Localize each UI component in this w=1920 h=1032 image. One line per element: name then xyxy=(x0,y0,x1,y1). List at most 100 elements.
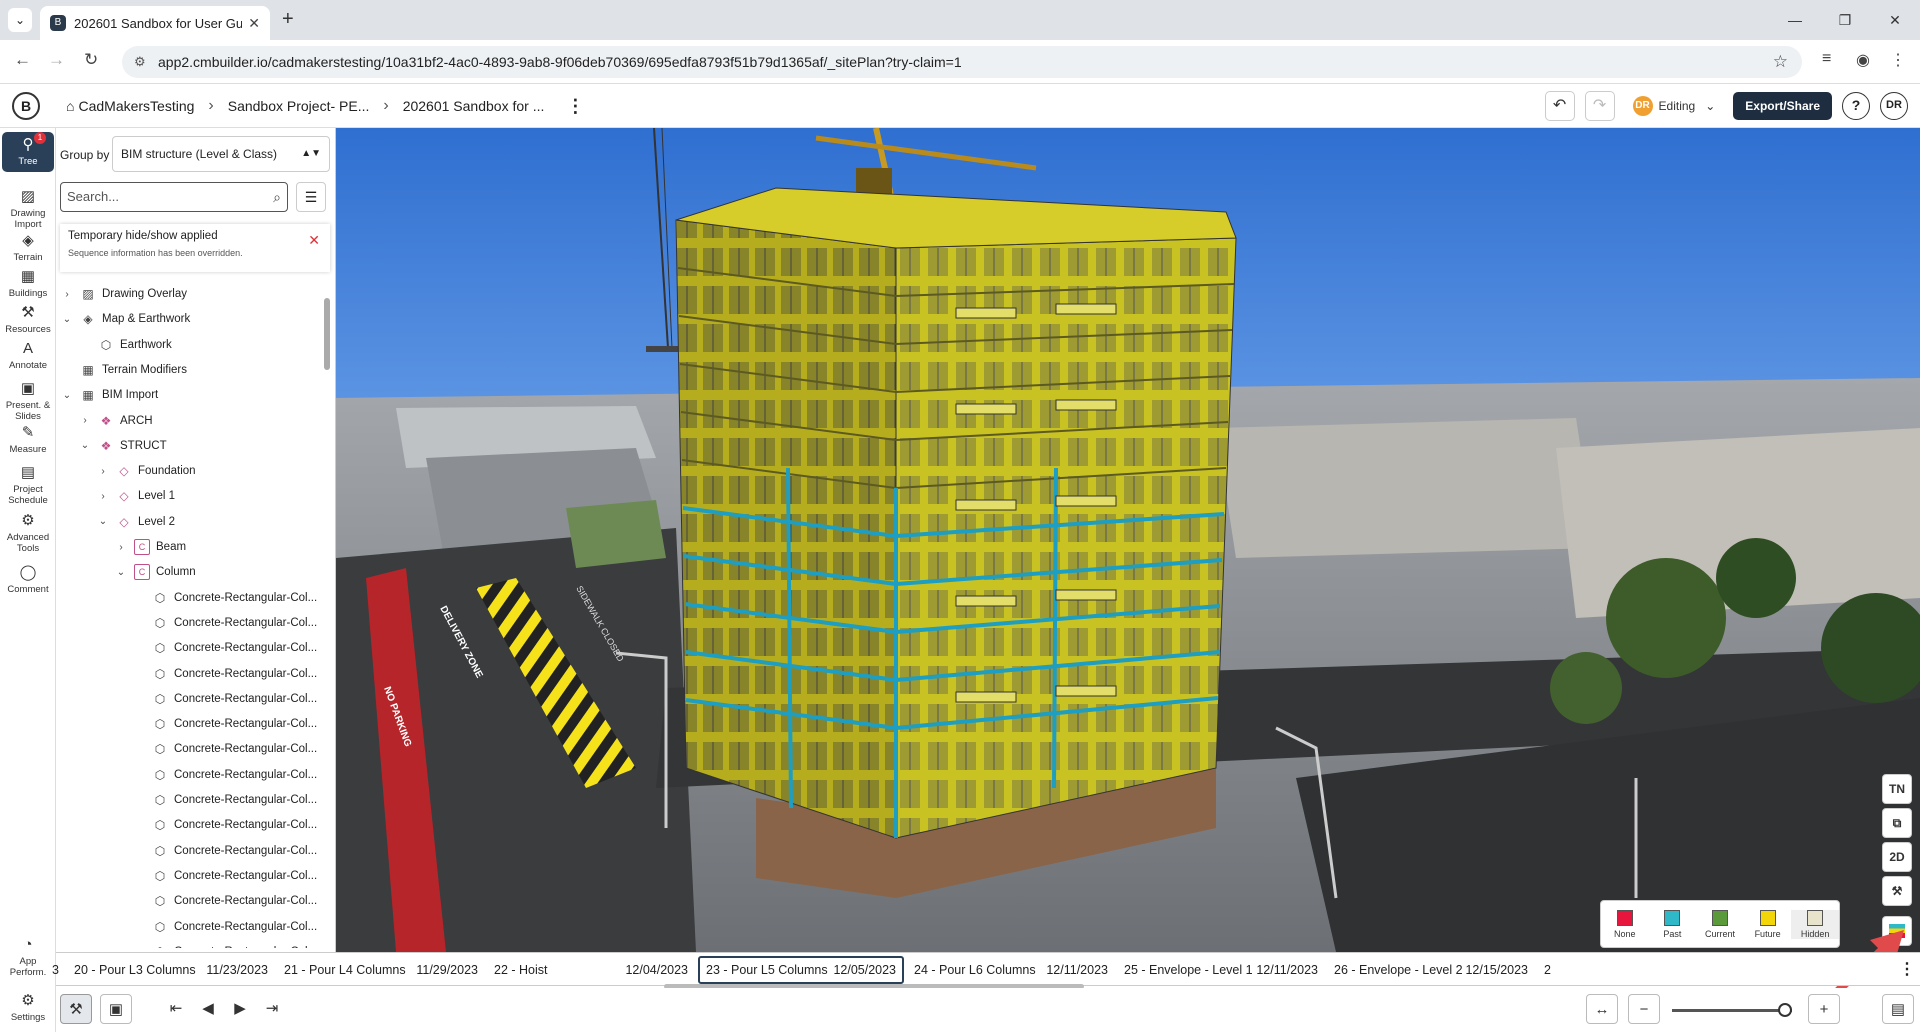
zoom-slider-knob[interactable] xyxy=(1778,1003,1792,1017)
timeline-more-icon[interactable]: ⋮ xyxy=(1896,959,1918,979)
group-by-select[interactable]: BIM structure (Level & Class) ▲▼ xyxy=(112,136,330,172)
app-logo[interactable]: B xyxy=(12,92,40,120)
site-info-icon[interactable]: ⚙ xyxy=(134,46,146,78)
timeline-task[interactable]: 20 - Pour L3 Columns 11/23/2023 xyxy=(68,956,274,984)
tree-row[interactable]: ⌄ C Column xyxy=(114,560,196,584)
skip-to-start-icon[interactable]: ⇤ xyxy=(160,994,192,1024)
step-back-icon[interactable]: ◀ xyxy=(192,994,224,1024)
tree-row[interactable]: ⌄ ❖ STRUCT xyxy=(78,434,167,458)
tree-row[interactable]: ▦ Terrain Modifiers xyxy=(60,358,187,382)
legend-current[interactable]: Current xyxy=(1696,909,1744,939)
screen-view-button[interactable]: ▣ xyxy=(100,994,132,1024)
timeline-task[interactable]: 2 xyxy=(1538,956,1578,984)
help-button[interactable]: ? xyxy=(1842,92,1870,120)
user-avatar[interactable]: DR xyxy=(1880,92,1908,120)
export-share-button[interactable]: Export/Share xyxy=(1733,92,1832,120)
browser-tab[interactable]: B 202601 Sandbox for User Guide ✕ xyxy=(40,6,270,40)
play-icon[interactable]: ▶ xyxy=(224,994,256,1024)
timeline-task[interactable]: 22 - Hoist 12/04/2023 xyxy=(488,956,694,984)
chevron-right-icon[interactable]: › xyxy=(114,542,128,553)
chevron-down-icon[interactable]: ⌄ xyxy=(78,440,92,451)
media-controls-icon[interactable]: ≡ xyxy=(1822,50,1831,68)
tree-row[interactable]: ⬡ Concrete-Rectangular-Col... xyxy=(132,915,317,939)
tree-row[interactable]: ⬡ Concrete-Rectangular-Col... xyxy=(132,788,317,812)
zoom-out-button[interactable]: − xyxy=(1628,994,1660,1024)
new-tab-plus-icon[interactable]: + xyxy=(282,8,294,31)
chevron-right-icon[interactable]: › xyxy=(60,289,74,300)
forward-arrow-icon[interactable]: → xyxy=(48,50,65,70)
timeline-panel-toggle[interactable]: ▤ xyxy=(1882,994,1914,1024)
url-field[interactable]: ⚙ app2.cmbuilder.io/cadmakerstesting/10a… xyxy=(122,46,1802,78)
restore-icon[interactable]: ❐ xyxy=(1820,0,1870,40)
hammer-tool-button[interactable]: ⚒ xyxy=(1882,876,1912,906)
legend-past[interactable]: Past xyxy=(1649,909,1697,939)
tree-row[interactable]: › ▨ Drawing Overlay xyxy=(60,282,187,306)
rail-annotate[interactable]: A Annotate xyxy=(2,340,54,371)
rail-presentation[interactable]: ▣ Present. & Slides xyxy=(2,380,54,422)
skip-to-end-icon[interactable]: ⇥ xyxy=(256,994,288,1024)
chevron-right-icon[interactable]: › xyxy=(78,415,92,426)
chevron-down-icon[interactable]: ⌄ xyxy=(96,516,110,527)
tree-row[interactable]: ⬡ Concrete-Rectangular-Col... xyxy=(132,813,317,837)
back-arrow-icon[interactable]: ← xyxy=(14,50,31,70)
tree-row[interactable]: ⬡ Concrete-Rectangular-Col... xyxy=(132,611,317,635)
scroll-thumb[interactable] xyxy=(324,298,330,370)
search-input[interactable]: Search... ⌕ xyxy=(60,182,288,212)
tab-close-icon[interactable]: ✕ xyxy=(248,15,260,32)
chevron-down-icon[interactable]: ⌄ xyxy=(60,314,74,325)
rail-tree[interactable]: 1 ⚲ Tree xyxy=(2,132,54,172)
north-orientation-button[interactable]: TN xyxy=(1882,774,1912,804)
rail-project-schedule[interactable]: ▤ Project Schedule xyxy=(2,464,54,506)
tree-row[interactable]: ⬡ Concrete-Rectangular-Col... xyxy=(132,737,317,761)
timeline-task[interactable]: 21 - Pour L4 Columns 11/29/2023 xyxy=(278,956,484,984)
timeline-task[interactable]: 23 - Pour L5 Columns 12/05/2023 xyxy=(698,956,904,984)
more-options-icon[interactable]: ⋮ xyxy=(566,96,584,117)
tree-row[interactable]: ⬡ Earthwork xyxy=(78,333,172,357)
close-window-icon[interactable]: ✕ xyxy=(1870,0,1920,40)
chevron-down-icon[interactable]: ⌄ xyxy=(114,567,128,578)
breadcrumb-project[interactable]: Sandbox Project- PE... xyxy=(228,98,370,114)
rail-resources[interactable]: ⚒ Resources xyxy=(2,304,54,335)
fit-timeline-button[interactable]: ↔ xyxy=(1586,994,1618,1024)
tree-row[interactable]: ⬡ Concrete-Rectangular-Col... xyxy=(132,864,317,888)
tree-row[interactable]: ⬡ Concrete-Rectangular-Col... xyxy=(132,712,317,736)
tree-scrollbar[interactable] xyxy=(324,288,330,948)
tree-row[interactable]: ⌄ ◈ Map & Earthwork xyxy=(60,307,190,331)
rail-measure[interactable]: ✎ Measure xyxy=(2,424,54,455)
breadcrumb-plan[interactable]: 202601 Sandbox for ... xyxy=(403,98,545,114)
rail-terrain[interactable]: ◈ Terrain xyxy=(2,232,54,263)
rail-drawing-import[interactable]: ▨ Drawing Import xyxy=(2,188,54,230)
timeline-task[interactable]: 24 - Pour L6 Columns 12/11/2023 xyxy=(908,956,1114,984)
rail-comment[interactable]: ◯ Comment xyxy=(2,564,54,595)
tree-row[interactable]: › C Beam xyxy=(114,535,186,559)
minimize-icon[interactable]: — xyxy=(1770,0,1820,40)
tab-search-chevron-icon[interactable]: ⌄ xyxy=(8,8,32,32)
tree-row[interactable]: ⌄ ▦ BIM Import xyxy=(60,383,158,407)
chevron-right-icon[interactable]: › xyxy=(96,466,110,477)
legend-none[interactable]: None xyxy=(1601,909,1649,939)
tree-row[interactable]: ⬡ Concrete-Rectangular-Col... xyxy=(132,940,317,948)
reload-icon[interactable]: ↻ xyxy=(84,50,98,70)
tree-row[interactable]: ⬡ Concrete-Rectangular-Col... xyxy=(132,636,317,660)
timeline-task[interactable]: 26 - Envelope - Level 2 12/15/2023 xyxy=(1328,956,1534,984)
tree-row[interactable]: ⬡ Concrete-Rectangular-Col... xyxy=(132,662,317,686)
zoom-in-button[interactable]: + xyxy=(1808,994,1840,1024)
undo-button[interactable]: ↶ xyxy=(1544,91,1575,121)
clear-override-icon[interactable]: ✕ xyxy=(308,232,320,249)
breadcrumb-org[interactable]: CadMakersTesting xyxy=(78,98,194,114)
filter-list-button[interactable]: ☰ xyxy=(296,182,326,212)
bookmark-star-icon[interactable]: ☆ xyxy=(1773,46,1788,78)
3d-viewport[interactable]: NO PARKING DELIVERY ZONE SIDEWALK CLOSED xyxy=(336,128,1920,952)
rail-buildings[interactable]: ▦ Buildings xyxy=(2,268,54,299)
tree-row[interactable]: ⬡ Concrete-Rectangular-Col... xyxy=(132,839,317,863)
rail-advanced-tools[interactable]: ⚙ Advanced Tools xyxy=(2,512,54,554)
timeline-task[interactable]: 25 - Envelope - Level 1 12/11/2023 xyxy=(1118,956,1324,984)
2d-view-button[interactable]: 2D xyxy=(1882,842,1912,872)
editing-mode-dropdown[interactable]: DR Editing ⌄ xyxy=(1625,91,1724,121)
profile-icon[interactable]: ◉ xyxy=(1856,50,1870,70)
legend-future[interactable]: Future xyxy=(1744,909,1792,939)
tree-row[interactable]: › ❖ ARCH xyxy=(78,409,152,433)
tree-row[interactable]: ⌄ ◇ Level 2 xyxy=(96,510,175,534)
tree-row[interactable]: ⬡ Concrete-Rectangular-Col... xyxy=(132,889,317,913)
tree-row[interactable]: ⬡ Concrete-Rectangular-Col... xyxy=(132,687,317,711)
